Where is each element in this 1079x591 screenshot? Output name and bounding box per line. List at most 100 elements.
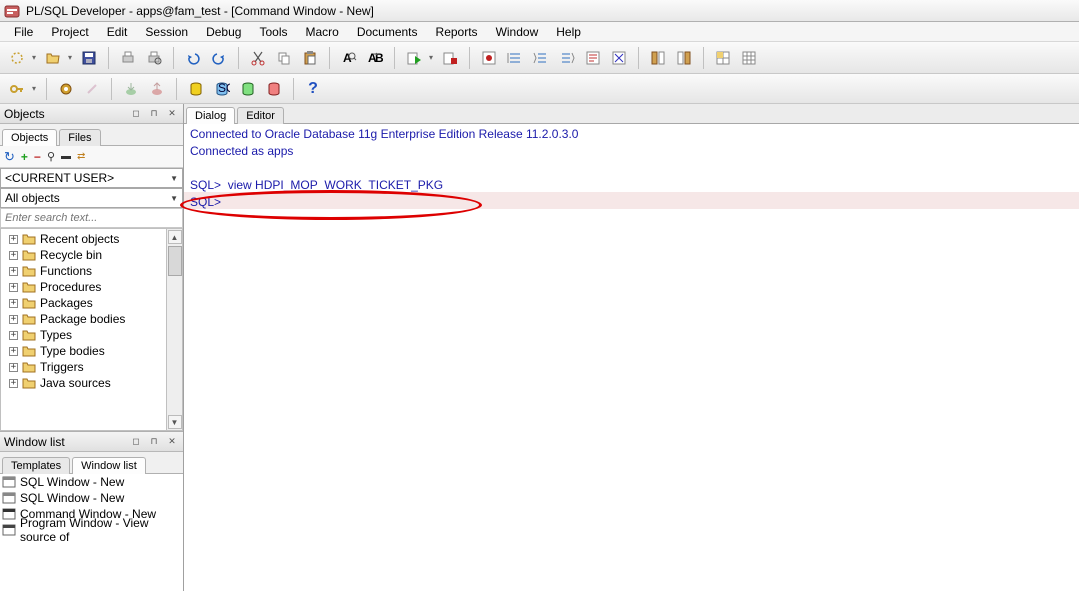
window-list-item[interactable]: SQL Window - New xyxy=(0,474,183,490)
commit-icon[interactable] xyxy=(120,78,142,100)
titlebar: PL/SQL Developer - apps@fam_test - [Comm… xyxy=(0,0,1079,22)
panel-close-icon[interactable]: ✕ xyxy=(165,107,179,121)
remove-icon[interactable]: − xyxy=(34,150,41,164)
tab-files[interactable]: Files xyxy=(59,129,100,146)
current-user-combo[interactable]: <CURRENT USER> ▼ xyxy=(0,168,183,188)
redo-icon[interactable] xyxy=(208,47,230,69)
add-icon[interactable]: + xyxy=(21,150,28,164)
dim-icon[interactable] xyxy=(81,78,103,100)
window-list-items: SQL Window - New SQL Window - New Comman… xyxy=(0,474,183,591)
db4-icon[interactable] xyxy=(263,78,285,100)
svg-text:SQL: SQL xyxy=(218,81,230,95)
tab-objects[interactable]: Objects xyxy=(2,129,57,146)
tree-node-recent[interactable]: +Recent objects xyxy=(1,231,166,247)
objects-tree[interactable]: +Recent objects +Recycle bin +Functions … xyxy=(0,228,167,431)
menu-debug[interactable]: Debug xyxy=(198,23,249,41)
tab-dialog[interactable]: Dialog xyxy=(186,107,235,124)
db3-icon[interactable] xyxy=(237,78,259,100)
cut-icon[interactable] xyxy=(247,47,269,69)
menu-macro[interactable]: Macro xyxy=(297,23,346,41)
object-filter-combo[interactable]: All objects ▼ xyxy=(0,188,183,208)
compare-icon[interactable]: ⇄ xyxy=(77,151,85,162)
windows-panel-header: Window list ◻ ⊓ ✕ xyxy=(0,432,183,452)
execute-icon[interactable] xyxy=(403,47,425,69)
menu-reports[interactable]: Reports xyxy=(428,23,486,41)
window-list-item[interactable]: Program Window - View source of xyxy=(0,522,183,538)
scroll-down-icon[interactable]: ▼ xyxy=(168,415,182,429)
step-out-icon[interactable] xyxy=(556,47,578,69)
filter-icon[interactable]: ▬ xyxy=(61,151,71,162)
panel-autohide-icon[interactable]: ⊓ xyxy=(147,435,161,449)
scroll-up-icon[interactable]: ▲ xyxy=(168,230,182,244)
menu-tools[interactable]: Tools xyxy=(251,23,295,41)
gear-icon[interactable] xyxy=(55,78,77,100)
print-icon[interactable] xyxy=(117,47,139,69)
object-search-input[interactable] xyxy=(0,208,183,228)
help-icon[interactable]: ? xyxy=(302,78,324,100)
objects-panel-title: Objects xyxy=(4,107,45,121)
copy-icon[interactable] xyxy=(273,47,295,69)
beautify-icon[interactable] xyxy=(608,47,630,69)
grid1-icon[interactable] xyxy=(712,47,734,69)
find-icon[interactable]: A xyxy=(338,47,360,69)
menu-project[interactable]: Project xyxy=(43,23,96,41)
db2-icon[interactable]: SQL xyxy=(211,78,233,100)
panel-close-icon[interactable]: ✕ xyxy=(165,435,179,449)
paste-icon[interactable] xyxy=(299,47,321,69)
step-over-icon[interactable] xyxy=(504,47,526,69)
tree-node-procedures[interactable]: +Procedures xyxy=(1,279,166,295)
open-dropdown[interactable]: ▾ xyxy=(66,47,74,69)
tree-node-packages[interactable]: +Packages xyxy=(1,295,166,311)
db1-icon[interactable] xyxy=(185,78,207,100)
panel-autohide-icon[interactable]: ⊓ xyxy=(147,107,161,121)
command-console[interactable]: Connected to Oracle Database 11g Enterpr… xyxy=(184,124,1079,591)
new-icon[interactable] xyxy=(6,47,28,69)
windows-panel-title: Window list xyxy=(4,435,65,449)
save-icon[interactable] xyxy=(78,47,100,69)
breakpoint-icon[interactable] xyxy=(478,47,500,69)
tree-node-triggers[interactable]: +Triggers xyxy=(1,359,166,375)
tree-node-functions[interactable]: +Functions xyxy=(1,263,166,279)
open-icon[interactable] xyxy=(42,47,64,69)
sql-prompt: SQL> xyxy=(190,178,221,192)
tab-templates[interactable]: Templates xyxy=(2,457,70,474)
menu-window[interactable]: Window xyxy=(488,23,547,41)
window-list-item[interactable]: SQL Window - New xyxy=(0,490,183,506)
stop-icon[interactable] xyxy=(439,47,461,69)
panel-pin-icon[interactable]: ◻ xyxy=(129,435,143,449)
print-preview-icon[interactable] xyxy=(143,47,165,69)
window-title: PL/SQL Developer - apps@fam_test - [Comm… xyxy=(26,4,374,18)
tree-node-packagebodies[interactable]: +Package bodies xyxy=(1,311,166,327)
step-into-icon[interactable] xyxy=(530,47,552,69)
key-icon[interactable] xyxy=(6,78,28,100)
tree-node-typebodies[interactable]: +Type bodies xyxy=(1,343,166,359)
menu-edit[interactable]: Edit xyxy=(99,23,136,41)
execute-dropdown[interactable]: ▾ xyxy=(427,47,435,69)
session-toolbar: ▾ SQL ? xyxy=(0,74,1079,104)
tab-windowlist[interactable]: Window list xyxy=(72,457,146,474)
tool2-icon[interactable] xyxy=(673,47,695,69)
key-dropdown[interactable]: ▾ xyxy=(30,78,38,100)
menu-documents[interactable]: Documents xyxy=(349,23,426,41)
find-object-icon[interactable]: ⚲ xyxy=(47,150,55,163)
replace-icon[interactable]: AB xyxy=(364,47,386,69)
refresh-icon[interactable]: ↻ xyxy=(4,149,15,165)
format-icon[interactable] xyxy=(582,47,604,69)
editor-tabs: Dialog Editor xyxy=(184,104,1079,124)
tree-node-recyclebin[interactable]: +Recycle bin xyxy=(1,247,166,263)
tree-node-javasources[interactable]: +Java sources xyxy=(1,375,166,391)
tree-scrollbar[interactable]: ▲ ▼ xyxy=(167,228,183,431)
undo-icon[interactable] xyxy=(182,47,204,69)
menu-session[interactable]: Session xyxy=(137,23,196,41)
tool1-icon[interactable] xyxy=(647,47,669,69)
new-dropdown[interactable]: ▾ xyxy=(30,47,38,69)
tab-editor[interactable]: Editor xyxy=(237,107,284,124)
scroll-thumb[interactable] xyxy=(168,246,182,276)
main-toolbar: ▾ ▾ A AB ▾ xyxy=(0,42,1079,74)
rollback-icon[interactable] xyxy=(146,78,168,100)
menu-file[interactable]: File xyxy=(6,23,41,41)
panel-pin-icon[interactable]: ◻ xyxy=(129,107,143,121)
menu-help[interactable]: Help xyxy=(548,23,589,41)
grid2-icon[interactable] xyxy=(738,47,760,69)
tree-node-types[interactable]: +Types xyxy=(1,327,166,343)
